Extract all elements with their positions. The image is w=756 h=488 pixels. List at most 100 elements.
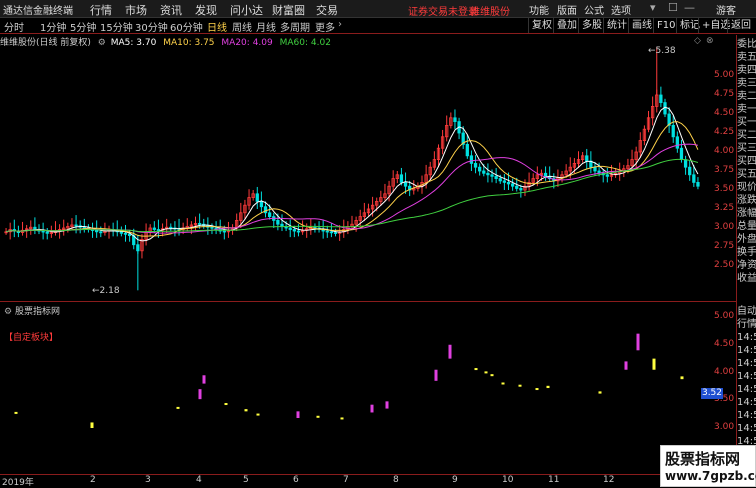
menu-gongneng[interactable]: 功能: [529, 2, 549, 17]
menu-jiaoyi[interactable]: 交易: [316, 2, 338, 18]
candle: [140, 234, 144, 259]
panel-close-icon[interactable]: ⊗: [706, 36, 714, 46]
indicator-bar: [316, 415, 320, 418]
candle: [74, 215, 78, 234]
lower-axis-tick: 5.00: [714, 311, 735, 321]
dropdown-icon[interactable]: ▾: [650, 1, 656, 14]
indicator-bar: [501, 382, 505, 385]
indicator-bar: [296, 411, 300, 419]
x-axis-tick: 11: [548, 475, 560, 485]
menu-caifuquan[interactable]: 财富圈: [272, 2, 305, 18]
menu-zixun[interactable]: 资讯: [160, 2, 182, 18]
candle: [156, 219, 161, 238]
indicator-bar: [490, 374, 494, 377]
period-30min[interactable]: 30分钟: [135, 19, 168, 34]
candle: [202, 218, 206, 229]
candle: [671, 115, 675, 143]
price-axis-tick: 4.00: [714, 146, 735, 156]
candle: [383, 183, 387, 201]
indicator-bar: [518, 384, 522, 387]
indicator-bar: [256, 413, 260, 416]
candle: [132, 228, 136, 250]
candle: [123, 224, 128, 242]
x-axis-tick: 10: [502, 475, 514, 485]
quote-field-label: 卖二: [737, 91, 756, 102]
menu-faxian[interactable]: 发现: [195, 2, 217, 18]
candle: [169, 223, 173, 232]
menu-banmian[interactable]: 版面: [557, 2, 577, 17]
period-5min[interactable]: 5分钟: [70, 19, 96, 34]
candle: [280, 214, 284, 232]
candle: [696, 177, 700, 190]
btn-duogu[interactable]: 多股: [578, 18, 605, 33]
login-status[interactable]: 证券交易未登录: [408, 3, 478, 18]
candle: [379, 190, 383, 206]
quote-field-label: 买四: [737, 156, 756, 167]
candle: [585, 148, 589, 169]
x-axis-ticks: 2019年234567891011122020年: [0, 475, 736, 488]
btn-f10[interactable]: F10: [653, 18, 678, 33]
btn-huaxian[interactable]: 画线: [628, 18, 655, 33]
candle: [255, 186, 259, 209]
quote-side-panel: 委比 卖五 卖四 卖三 卖二 卖一 买一 买二 买三 买四 买五 现价 涨跌 涨幅 总量 外盘 换手 净资 收益 自动…: [736, 35, 756, 487]
indicator-bar: [474, 368, 478, 371]
period-60min[interactable]: 60分钟: [170, 19, 203, 34]
period-more[interactable]: 更多: [315, 19, 335, 34]
candle: [556, 169, 560, 187]
minimize-icon[interactable]: —: [684, 1, 695, 14]
candle: [53, 221, 58, 236]
candle: [391, 170, 395, 193]
quote-field-label: 卖三: [737, 78, 756, 89]
candle: [580, 152, 585, 163]
user-guest[interactable]: 游客: [716, 2, 736, 17]
x-axis-tick: 6: [293, 475, 299, 485]
period-fenshi[interactable]: 分时: [4, 19, 24, 34]
btn-back[interactable]: 返回: [727, 18, 756, 33]
btn-fuquan[interactable]: 复权: [528, 18, 555, 33]
x-axis-tick: 9: [452, 475, 458, 485]
period-daily[interactable]: 日线: [207, 19, 227, 34]
indicator-bar: [202, 375, 206, 384]
panel-options-icon[interactable]: ◇: [694, 36, 701, 46]
period-15min[interactable]: 15分钟: [100, 19, 133, 34]
menu-gongshi[interactable]: 公式: [584, 2, 604, 17]
tick-time: 14:50: [737, 371, 756, 382]
candle: [675, 131, 679, 153]
tick-time: 14:50: [737, 384, 756, 395]
menu-hangqing[interactable]: 行情: [90, 2, 112, 18]
candle: [510, 178, 515, 191]
btn-tongji[interactable]: 统计: [603, 18, 630, 33]
candle: [45, 228, 49, 240]
candle: [589, 151, 593, 174]
period-weekly[interactable]: 周线: [232, 19, 252, 34]
menu-shichang[interactable]: 市场: [125, 2, 147, 18]
more-chevron-icon[interactable]: ›: [338, 19, 342, 30]
quote-field-label: 委比: [737, 39, 756, 50]
candlestick-chart[interactable]: [0, 47, 736, 301]
price-axis: 5.00 4.75 4.50 4.25 4.00 3.75 3.50 3.25 3.00 2.75…: [714, 47, 736, 301]
btn-add-favorite[interactable]: +自选: [698, 18, 730, 33]
quote-field-label: 买一: [737, 117, 756, 128]
period-1min[interactable]: 1分钟: [40, 19, 66, 34]
candle: [259, 191, 264, 213]
restore-icon[interactable]: ☐: [668, 1, 678, 14]
candle: [346, 221, 350, 235]
menu-wenxiaoda[interactable]: 问小达: [230, 2, 263, 18]
candle: [12, 219, 16, 238]
quote-field-label: 涨幅: [737, 208, 756, 219]
candle: [342, 219, 346, 238]
period-toolbar: 分时 1分钟 5分钟 15分钟 30分钟 60分钟 日线 周线 月线 多周期 更…: [0, 18, 756, 34]
period-multi[interactable]: 多周期: [280, 19, 310, 34]
indicator-bar: [448, 344, 452, 359]
menu-xuanxiang[interactable]: 选项: [611, 2, 631, 17]
indicator-chart[interactable]: [0, 302, 736, 474]
price-axis-tick: 3.25: [714, 203, 735, 213]
price-axis-tick: 5.00: [714, 70, 735, 80]
period-monthly[interactable]: 月线: [256, 19, 276, 34]
candle: [601, 169, 605, 183]
btn-diejia[interactable]: 叠加: [553, 18, 580, 33]
high-annotation: ←5.38: [648, 46, 676, 56]
candle: [642, 125, 647, 146]
candle: [62, 219, 66, 236]
lower-axis-tick: 4.00: [714, 366, 735, 377]
